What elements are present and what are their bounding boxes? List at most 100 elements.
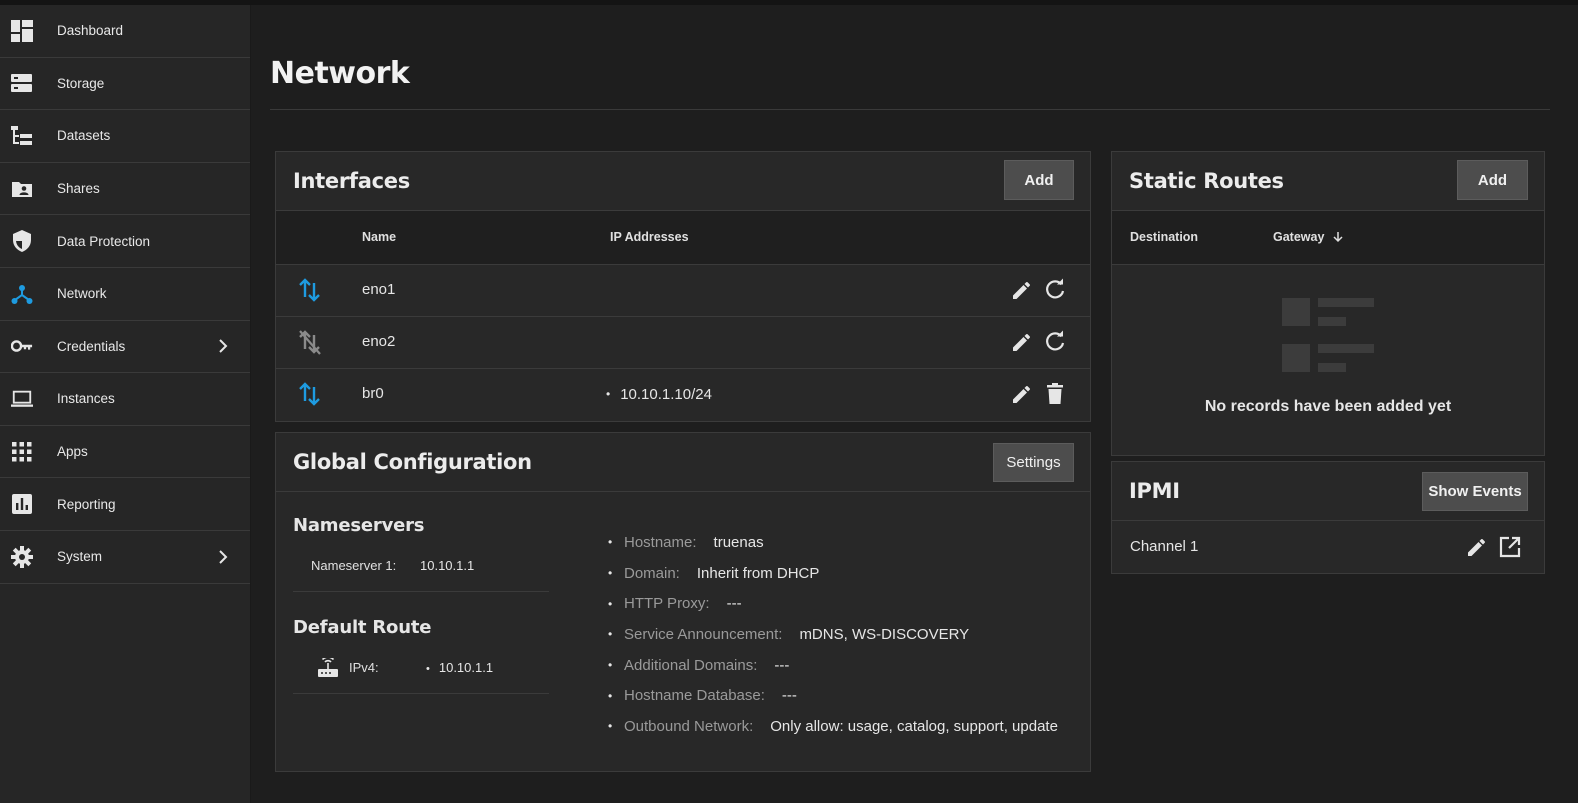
- global-configuration-card: Global Configuration Settings Nameserver…: [275, 432, 1091, 772]
- delete-trash-icon[interactable]: [1043, 382, 1067, 406]
- static-routes-table-header: Destination Gateway: [1112, 210, 1544, 265]
- title-divider: [270, 109, 1550, 110]
- table-row[interactable]: eno2: [276, 317, 1090, 369]
- add-interface-button[interactable]: Add: [1004, 160, 1074, 200]
- sidebar-item-label: Data Protection: [57, 233, 151, 249]
- default-route-heading: Default Route: [293, 617, 432, 638]
- open-in-new-icon[interactable]: [1498, 535, 1522, 559]
- section-divider: [293, 591, 549, 592]
- nameservers-heading: Nameservers: [293, 515, 425, 536]
- shield-icon: [11, 230, 33, 253]
- sidebar-item-data-protection[interactable]: Data Protection: [0, 215, 250, 268]
- storage-icon: [11, 72, 33, 94]
- detail-label: Outbound Network:: [624, 717, 754, 735]
- chevron-right-icon[interactable]: [216, 550, 230, 564]
- page-title: Network: [270, 56, 410, 91]
- link-up-icon: [299, 382, 320, 406]
- interfaces-card: Interfaces Add Name IP Addresses eno1 en…: [275, 151, 1091, 422]
- dashboard-icon: [11, 19, 33, 42]
- column-header-destination[interactable]: Destination: [1130, 230, 1198, 244]
- key-icon: [11, 335, 33, 357]
- nameserver-1-value: 10.10.1.1: [420, 558, 475, 573]
- section-divider: [293, 693, 549, 694]
- interface-name: eno2: [362, 333, 396, 350]
- sidebar: Dashboard Storage Datasets Shares Data P…: [0, 5, 251, 803]
- shares-icon: [11, 178, 33, 200]
- detail-value: Inherit from DHCP: [696, 564, 820, 582]
- card-header-divider: [276, 491, 1090, 492]
- nameserver-1-label: Nameserver 1:: [311, 558, 397, 573]
- ipmi-channel-label: Channel 1: [1130, 538, 1199, 555]
- detail-label: Hostname Database:: [624, 687, 765, 705]
- reset-refresh-icon[interactable]: [1043, 278, 1067, 302]
- static-routes-title: Static Routes: [1129, 169, 1284, 193]
- detail-additional-domains: Additional Domains: ---: [608, 650, 1058, 681]
- gear-icon: [11, 545, 33, 568]
- column-header-gateway[interactable]: Gateway: [1273, 230, 1344, 244]
- edit-pencil-icon[interactable]: [1465, 535, 1489, 559]
- sidebar-item-label: System: [57, 549, 103, 565]
- sidebar-item-credentials[interactable]: Credentials: [0, 321, 250, 374]
- sidebar-item-storage[interactable]: Storage: [0, 58, 250, 111]
- sidebar-item-label: Reporting: [57, 496, 116, 512]
- column-header-gateway-label: Gateway: [1273, 230, 1325, 244]
- sidebar-item-shares[interactable]: Shares: [0, 163, 250, 216]
- detail-service-announcement: Service Announcement: mDNS, WS-DISCOVERY: [608, 619, 1058, 650]
- empty-list-icon: [1282, 298, 1374, 372]
- ipmi-card: IPMI Show Events Channel 1: [1111, 461, 1545, 574]
- detail-label: Domain:: [624, 564, 680, 582]
- chevron-right-icon[interactable]: [216, 339, 230, 354]
- laptop-icon: [11, 388, 33, 410]
- detail-value: mDNS, WS-DISCOVERY: [799, 625, 970, 643]
- sidebar-item-system[interactable]: System: [0, 531, 250, 584]
- detail-value: ---: [781, 687, 797, 705]
- link-down-icon: [299, 330, 321, 355]
- show-events-button[interactable]: Show Events: [1422, 472, 1528, 511]
- sidebar-item-label: Dashboard: [57, 23, 124, 39]
- add-static-route-button[interactable]: Add: [1457, 160, 1528, 200]
- sidebar-item-label: Shares: [57, 181, 100, 197]
- detail-value: ---: [774, 656, 790, 674]
- edit-pencil-icon[interactable]: [1010, 330, 1034, 354]
- edit-pencil-icon[interactable]: [1010, 382, 1034, 406]
- datasets-icon: [11, 125, 33, 147]
- detail-label: HTTP Proxy:: [624, 595, 710, 613]
- sidebar-item-datasets[interactable]: Datasets: [0, 110, 250, 163]
- sidebar-item-label: Instances: [57, 391, 115, 407]
- detail-label: Additional Domains:: [624, 656, 758, 674]
- reset-refresh-icon[interactable]: [1043, 330, 1067, 354]
- sidebar-item-label: Credentials: [57, 338, 126, 354]
- global-config-details: Hostname: truenas Domain: Inherit from DHC…: [608, 527, 1058, 742]
- column-header-ip-addresses[interactable]: IP Addresses: [610, 230, 689, 244]
- detail-http-proxy: HTTP Proxy: ---: [608, 588, 1058, 619]
- sidebar-item-reporting[interactable]: Reporting: [0, 478, 250, 531]
- reporting-icon: [11, 493, 33, 515]
- link-up-icon: [299, 278, 320, 302]
- ipv4-value-text: 10.10.1.1: [438, 660, 494, 675]
- sidebar-item-instances[interactable]: Instances: [0, 373, 250, 426]
- table-row[interactable]: br0 10.10.1.10/24: [276, 369, 1090, 421]
- table-row[interactable]: eno1: [276, 265, 1090, 317]
- sidebar-item-label: Apps: [57, 444, 88, 460]
- sidebar-item-label: Storage: [57, 75, 105, 91]
- detail-value: Only allow: usage, catalog, support, upd…: [770, 717, 1058, 735]
- settings-button[interactable]: Settings: [993, 443, 1074, 482]
- edit-pencil-icon[interactable]: [1010, 278, 1034, 302]
- interface-name: eno1: [362, 281, 396, 298]
- sidebar-item-apps[interactable]: Apps: [0, 426, 250, 479]
- ipmi-title: IPMI: [1129, 479, 1180, 503]
- sidebar-item-network[interactable]: Network: [0, 268, 250, 321]
- column-header-name[interactable]: Name: [362, 230, 396, 244]
- static-routes-card: Static Routes Add Destination Gateway No…: [1111, 151, 1545, 456]
- global-configuration-title: Global Configuration: [293, 450, 532, 474]
- detail-value: truenas: [713, 533, 764, 551]
- sidebar-item-dashboard[interactable]: Dashboard: [0, 5, 250, 58]
- interface-name: br0: [362, 385, 384, 402]
- detail-hostname: Hostname: truenas: [608, 527, 1058, 558]
- sidebar-item-label: Datasets: [57, 128, 111, 144]
- interfaces-table-header: Name IP Addresses: [276, 210, 1090, 265]
- detail-domain: Domain: Inherit from DHCP: [608, 558, 1058, 589]
- network-icon: [11, 283, 33, 305]
- sidebar-item-label: Network: [57, 286, 107, 302]
- detail-label: Service Announcement:: [624, 625, 783, 643]
